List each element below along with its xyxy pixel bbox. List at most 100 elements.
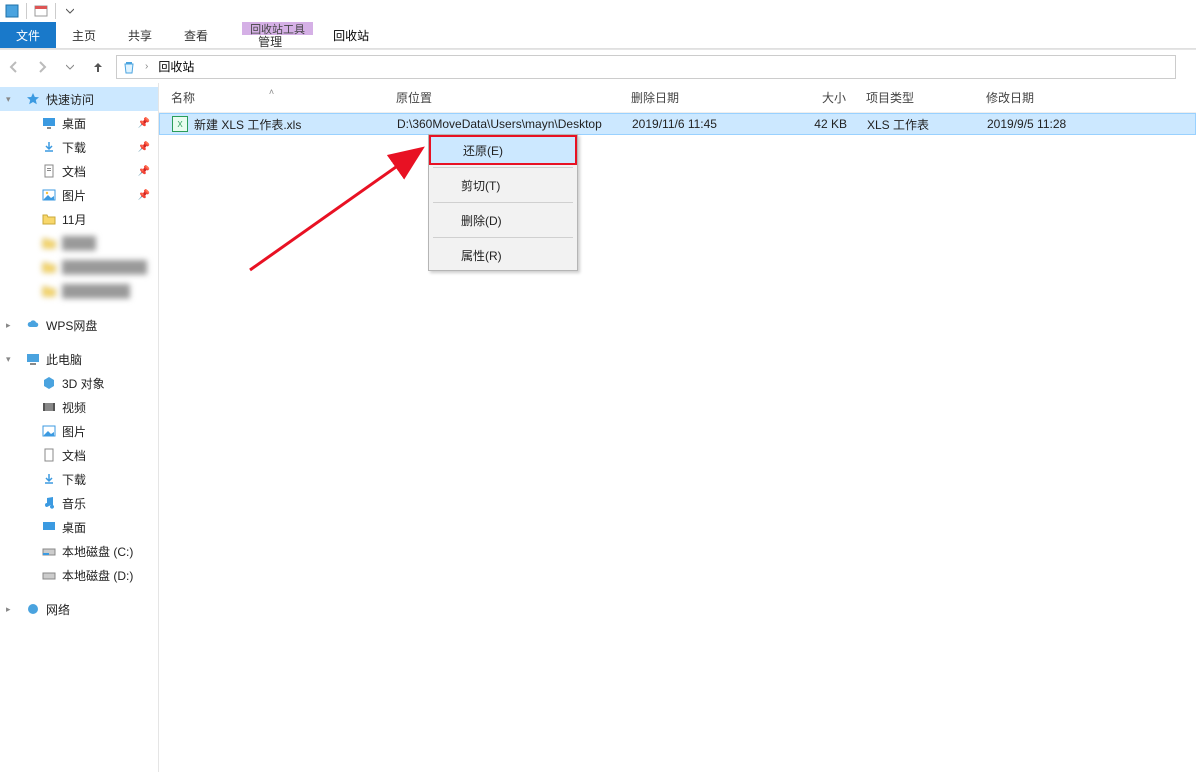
download-icon xyxy=(40,140,58,154)
ribbon-tab-view[interactable]: 查看 xyxy=(168,22,224,48)
file-size-cell: 42 KB xyxy=(780,117,855,131)
sidebar-item-label: 文档 xyxy=(62,447,86,464)
sidebar-item-label: 下载 xyxy=(62,139,86,156)
star-icon xyxy=(24,92,42,106)
chevron-down-icon[interactable]: ▾ xyxy=(6,94,11,105)
sidebar-item-label: 11月 xyxy=(62,211,86,228)
pin-icon: 📌 xyxy=(138,142,150,153)
sidebar-item-label: 桌面 xyxy=(62,519,86,536)
chevron-right-icon[interactable]: ▸ xyxy=(6,320,11,331)
breadcrumb-segment[interactable]: 回收站 xyxy=(152,58,200,75)
download-icon xyxy=(40,472,58,486)
sidebar-item-drive-d[interactable]: 本地磁盘 (D:) xyxy=(0,563,158,587)
file-type-cell: XLS 工作表 xyxy=(855,116,975,133)
sidebar-wps[interactable]: ▸ WPS网盘 xyxy=(0,313,158,337)
file-row[interactable]: X 新建 XLS 工作表.xls D:\360MoveData\Users\ma… xyxy=(159,113,1196,135)
context-menu: 还原(E) 剪切(T) 删除(D) 属性(R) xyxy=(428,134,578,271)
sidebar-item-documents2[interactable]: 文档 xyxy=(0,443,158,467)
file-location-cell: D:\360MoveData\Users\mayn\Desktop xyxy=(385,117,620,131)
qat-divider xyxy=(26,3,27,19)
ribbon-tabs: 文件 主页 共享 查看 回收站工具 管理 回收站 xyxy=(0,22,1196,48)
sidebar-this-pc[interactable]: ▾ 此电脑 xyxy=(0,347,158,371)
ctx-separator xyxy=(433,167,573,168)
sidebar-item-label: 下载 xyxy=(62,471,86,488)
col-size[interactable]: 大小 xyxy=(779,89,854,106)
qat-divider-2 xyxy=(55,3,56,19)
ribbon-tab-home[interactable]: 主页 xyxy=(56,22,112,48)
sidebar-item-pictures[interactable]: 图片 📌 xyxy=(0,183,158,207)
sidebar-item-desktop[interactable]: 桌面 📌 xyxy=(0,111,158,135)
qat-customize-dropdown-icon[interactable] xyxy=(58,0,82,22)
sidebar-item-blurred[interactable]: ████████ xyxy=(0,279,158,303)
address-bar[interactable]: › 回收站 xyxy=(116,55,1176,79)
picture-icon xyxy=(40,424,58,438)
sidebar-item-documents[interactable]: 文档 📌 xyxy=(0,159,158,183)
sidebar-item-desktop2[interactable]: 桌面 xyxy=(0,515,158,539)
title-bar xyxy=(0,0,1196,22)
sort-asc-icon: ˄ xyxy=(269,87,274,97)
col-name[interactable]: ˄ 名称 xyxy=(159,89,384,106)
ctx-delete[interactable]: 删除(D) xyxy=(429,205,577,235)
recycle-bin-app-icon xyxy=(0,0,24,22)
chevron-right-icon[interactable]: › xyxy=(141,61,152,72)
pin-icon: 📌 xyxy=(138,118,150,129)
video-icon xyxy=(40,400,58,414)
sidebar-item-label: 快速访问 xyxy=(46,91,94,108)
sidebar: ▾ 快速访问 桌面 📌 下载 📌 文档 📌 图片 📌 1 xyxy=(0,83,159,772)
folder-icon xyxy=(40,260,58,274)
sidebar-item-label: 图片 xyxy=(62,423,86,440)
ctx-restore[interactable]: 还原(E) xyxy=(429,135,577,165)
col-type[interactable]: 项目类型 xyxy=(854,89,974,106)
picture-icon xyxy=(40,188,58,202)
nav-recent-dropdown-icon[interactable] xyxy=(56,53,84,81)
sidebar-item-blurred[interactable]: ██████████ xyxy=(0,255,158,279)
drive-icon xyxy=(40,568,58,582)
nav-up-icon[interactable] xyxy=(84,53,112,81)
nav-forward-icon[interactable] xyxy=(28,53,56,81)
file-name-cell: X 新建 XLS 工作表.xls xyxy=(160,116,385,133)
ribbon-tab-manage[interactable]: 管理 xyxy=(242,35,313,48)
folder-icon xyxy=(40,284,58,298)
qat-properties-icon[interactable] xyxy=(29,0,53,22)
col-label: 名称 xyxy=(171,91,195,105)
sidebar-quick-access[interactable]: ▾ 快速访问 xyxy=(0,87,158,111)
nav-back-icon[interactable] xyxy=(0,53,28,81)
document-icon xyxy=(40,164,58,178)
sidebar-item-label: 此电脑 xyxy=(46,351,82,368)
file-name-label: 新建 XLS 工作表.xls xyxy=(194,116,301,133)
sidebar-item-blurred[interactable]: ████ xyxy=(0,231,158,255)
sidebar-network[interactable]: ▸ 网络 xyxy=(0,597,158,621)
sidebar-item-folder-11[interactable]: 11月 xyxy=(0,207,158,231)
sidebar-item-pictures2[interactable]: 图片 xyxy=(0,419,158,443)
col-modified-date[interactable]: 修改日期 xyxy=(974,89,1094,106)
nav-bar: › 回收站 xyxy=(0,49,1196,83)
chevron-right-icon[interactable]: ▸ xyxy=(6,604,11,615)
ribbon-tab-file[interactable]: 文件 xyxy=(0,22,56,48)
column-headers: ˄ 名称 原位置 删除日期 大小 项目类型 修改日期 xyxy=(159,83,1196,113)
sidebar-item-label: ████ xyxy=(62,236,96,250)
desktop-icon xyxy=(40,520,58,534)
content-pane: ˄ 名称 原位置 删除日期 大小 项目类型 修改日期 X 新建 XLS 工作表.… xyxy=(159,83,1196,772)
sidebar-item-3d[interactable]: 3D 对象 xyxy=(0,371,158,395)
sidebar-item-label: 本地磁盘 (C:) xyxy=(62,543,133,560)
sidebar-item-drive-c[interactable]: 本地磁盘 (C:) xyxy=(0,539,158,563)
col-location[interactable]: 原位置 xyxy=(384,89,619,106)
ribbon-tab-share[interactable]: 共享 xyxy=(112,22,168,48)
ctx-properties[interactable]: 属性(R) xyxy=(429,240,577,270)
col-delete-date[interactable]: 删除日期 xyxy=(619,89,779,106)
sidebar-item-label: 3D 对象 xyxy=(62,375,105,392)
sidebar-item-music[interactable]: 音乐 xyxy=(0,491,158,515)
sidebar-item-label: 音乐 xyxy=(62,495,86,512)
sidebar-item-videos[interactable]: 视频 xyxy=(0,395,158,419)
ctx-separator xyxy=(433,237,573,238)
cube-icon xyxy=(40,376,58,390)
xls-file-icon: X xyxy=(172,116,188,132)
pin-icon: 📌 xyxy=(138,190,150,201)
network-icon xyxy=(24,602,42,616)
document-icon xyxy=(40,448,58,462)
ctx-cut[interactable]: 剪切(T) xyxy=(429,170,577,200)
sidebar-item-downloads[interactable]: 下载 📌 xyxy=(0,135,158,159)
sidebar-item-downloads2[interactable]: 下载 xyxy=(0,467,158,491)
sidebar-item-label: 桌面 xyxy=(62,115,86,132)
chevron-down-icon[interactable]: ▾ xyxy=(6,354,11,365)
